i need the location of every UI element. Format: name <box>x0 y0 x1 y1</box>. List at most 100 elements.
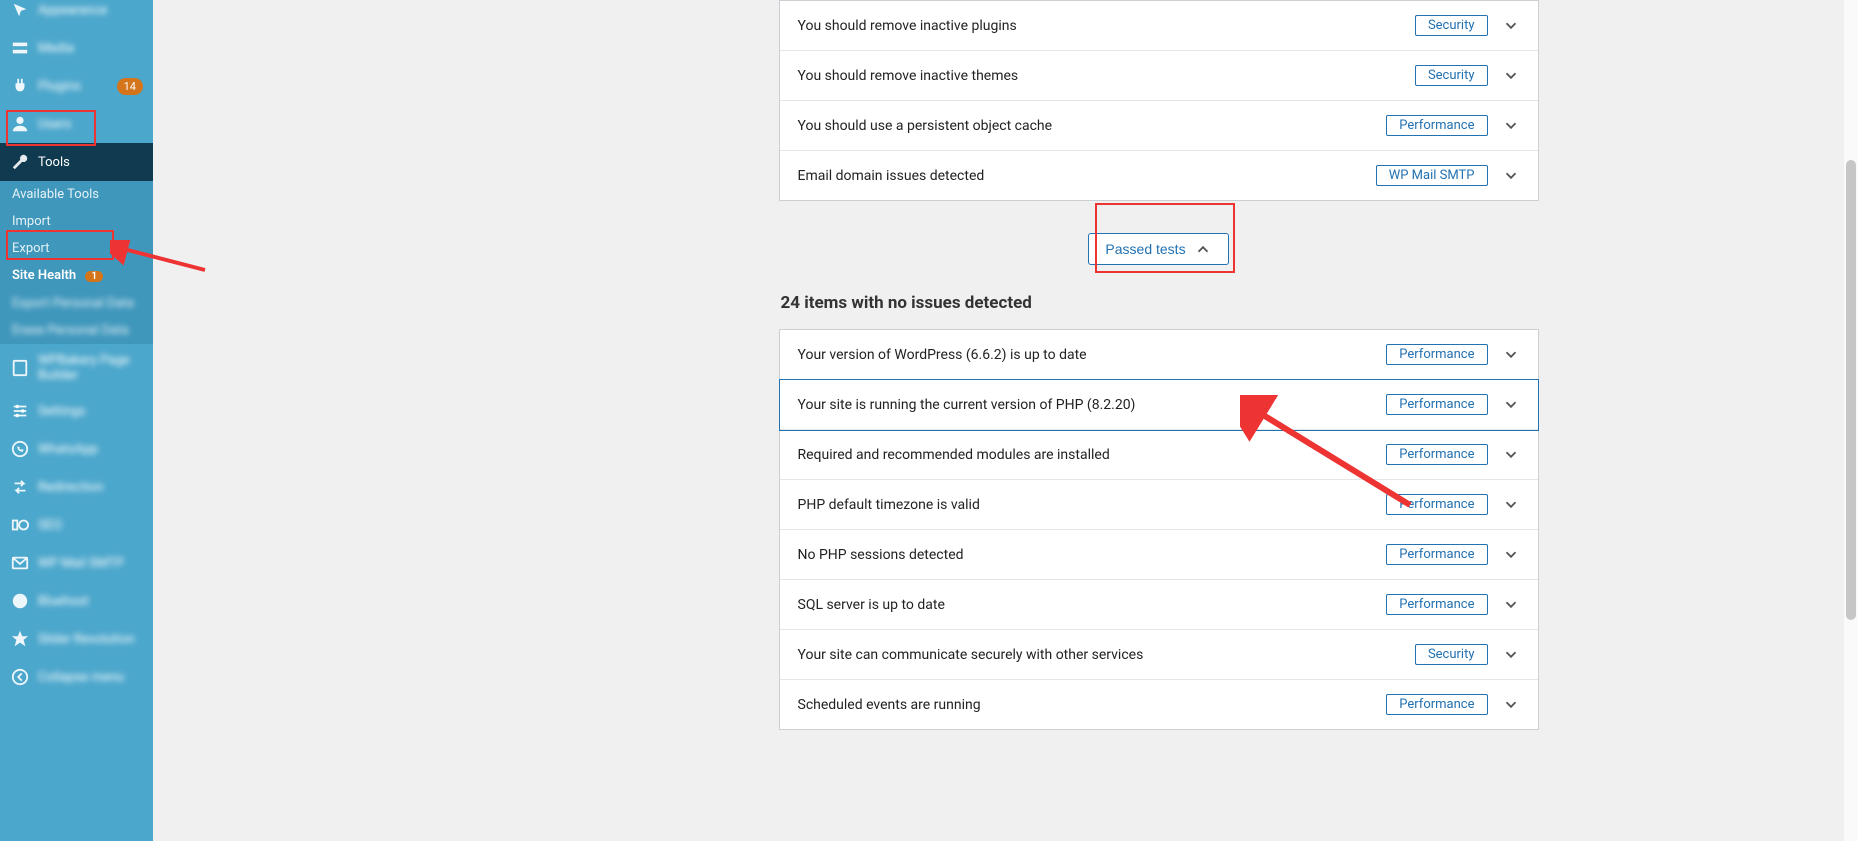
recommended-improvements-panel: You should remove inactive plugins Securi… <box>779 0 1539 201</box>
sidebar-item-generic[interactable]: WhatsApp <box>0 430 153 468</box>
chevron-down-icon <box>1502 167 1520 185</box>
sidebar-item-label: Tools <box>38 155 143 170</box>
category-badge: WP Mail SMTP <box>1376 165 1488 186</box>
chevron-down-icon <box>1502 346 1520 364</box>
admin-sidebar: Appearance Media Plugins 14 Users Tools … <box>0 0 153 841</box>
health-check-title: Required and recommended modules are ins… <box>798 447 1110 463</box>
sub-erase-pd[interactable]: Erase Personal Data <box>0 317 153 344</box>
passed-tests-panel: Your version of WordPress (6.6.2) is up … <box>779 329 1539 730</box>
collapse-icon <box>10 667 30 687</box>
health-check-row[interactable]: Your site can communicate securely with … <box>780 630 1538 680</box>
plug-icon <box>10 76 30 96</box>
sidebar-item-label: Appearance <box>38 3 143 18</box>
user-icon <box>10 114 30 134</box>
passed-tests-toggle[interactable]: Passed tests <box>1088 233 1228 265</box>
site-health-count-badge: 1 <box>85 271 103 282</box>
category-badge: Security <box>1415 644 1488 665</box>
sidebar-upper: Appearance Media Plugins 14 Users <box>0 0 153 143</box>
health-check-title: Email domain issues detected <box>798 168 985 184</box>
chevron-down-icon <box>1502 117 1520 135</box>
health-check-title: Your version of WordPress (6.6.2) is up … <box>798 347 1087 363</box>
passed-section-heading: 24 items with no issues detected <box>781 293 1539 313</box>
sidebar-item-settings[interactable]: Settings <box>0 392 153 430</box>
brand-icon <box>10 591 30 611</box>
tools-submenu: Available Tools Import Export Site Healt… <box>0 181 153 344</box>
chevron-down-icon <box>1502 396 1520 414</box>
scrollbar-thumb[interactable] <box>1846 160 1856 620</box>
health-check-title: PHP default timezone is valid <box>798 497 980 513</box>
appearance-icon <box>10 0 30 20</box>
whatsapp-icon <box>10 439 30 459</box>
sidebar-item-tools[interactable]: Tools <box>0 143 153 181</box>
health-check-row[interactable]: You should remove inactive plugins Securi… <box>780 1 1538 51</box>
plugins-count-badge: 14 <box>117 78 143 95</box>
sidebar-item-users[interactable]: Users <box>0 105 153 143</box>
health-check-title: You should use a persistent object cache <box>798 118 1053 134</box>
sub-export[interactable]: Export <box>0 235 153 262</box>
category-badge: Performance <box>1386 394 1487 415</box>
sidebar-item-label: Users <box>38 117 143 132</box>
category-badge: Performance <box>1386 594 1487 615</box>
chevron-down-icon <box>1502 17 1520 35</box>
health-check-title: Your site can communicate securely with … <box>798 647 1144 663</box>
category-badge: Performance <box>1386 344 1487 365</box>
sidebar-item-generic[interactable]: SEO <box>0 506 153 544</box>
mail-icon <box>10 553 30 573</box>
sub-export-pd[interactable]: Export Personal Data <box>0 290 153 317</box>
health-check-title: No PHP sessions detected <box>798 547 964 563</box>
sub-available-tools[interactable]: Available Tools <box>0 181 153 208</box>
sidebar-item-wpmailsmtp[interactable]: WP Mail SMTP <box>0 544 153 582</box>
health-check-title: Scheduled events are running <box>798 697 981 713</box>
category-badge: Performance <box>1386 544 1487 565</box>
health-check-row[interactable]: PHP default timezone is valid Performance <box>780 480 1538 530</box>
health-check-title: SQL server is up to date <box>798 597 945 613</box>
chevron-down-icon <box>1502 67 1520 85</box>
health-check-row[interactable]: Email domain issues detected WP Mail SMTP <box>780 151 1538 200</box>
category-badge: Security <box>1415 65 1488 86</box>
chevron-down-icon <box>1502 596 1520 614</box>
category-badge: Security <box>1415 15 1488 36</box>
sidebar-item-generic[interactable]: Media <box>0 29 153 67</box>
redirect-icon <box>10 477 30 497</box>
sidebar-item-generic[interactable]: Bluehost <box>0 582 153 620</box>
chevron-down-icon <box>1502 546 1520 564</box>
seo-icon <box>10 515 30 535</box>
star-icon <box>10 629 30 649</box>
category-badge: Performance <box>1386 494 1487 515</box>
category-badge: Performance <box>1386 694 1487 715</box>
chevron-down-icon <box>1502 646 1520 664</box>
health-check-title: Your site is running the current version… <box>798 397 1136 413</box>
passed-tests-label: Passed tests <box>1105 241 1185 257</box>
category-badge: Performance <box>1386 115 1487 136</box>
sidebar-item-generic[interactable]: Slider Revolution <box>0 620 153 658</box>
chevron-down-icon <box>1502 496 1520 514</box>
health-check-row[interactable]: You should use a persistent object cache… <box>780 101 1538 151</box>
sidebar-item-collapse[interactable]: Collapse menu <box>0 658 153 696</box>
sidebar-item-label: Media <box>38 41 143 56</box>
sub-import[interactable]: Import <box>0 208 153 235</box>
sidebar-item-generic[interactable]: Appearance <box>0 0 153 29</box>
health-check-title: You should remove inactive themes <box>798 68 1019 84</box>
sub-site-health[interactable]: Site Health 1 <box>0 262 153 290</box>
site-health-content: You should remove inactive plugins Securi… <box>779 0 1539 801</box>
chevron-up-icon <box>1194 240 1212 258</box>
sidebar-item-generic[interactable]: Redirection <box>0 468 153 506</box>
health-check-title: You should remove inactive plugins <box>798 18 1017 34</box>
page-icon <box>10 358 30 378</box>
chevron-down-icon <box>1502 446 1520 464</box>
sidebar-item-plugins[interactable]: Plugins 14 <box>0 67 153 105</box>
page-scrollbar[interactable] <box>1844 0 1858 841</box>
health-check-row[interactable]: Scheduled events are running Performance <box>780 680 1538 729</box>
health-check-row[interactable]: No PHP sessions detected Performance <box>780 530 1538 580</box>
category-badge: Performance <box>1386 444 1487 465</box>
main-scroll-area[interactable]: You should remove inactive plugins Securi… <box>153 0 1844 841</box>
sidebar-item-label: Plugins <box>38 79 109 94</box>
health-check-row[interactable]: You should remove inactive themes Securit… <box>780 51 1538 101</box>
health-check-row[interactable]: Your version of WordPress (6.6.2) is up … <box>780 330 1538 380</box>
health-check-row[interactable]: Required and recommended modules are ins… <box>780 430 1538 480</box>
wrench-icon <box>10 152 30 172</box>
sidebar-item-generic[interactable]: WPBakery Page Builder <box>0 344 153 392</box>
sliders-icon <box>10 401 30 421</box>
health-check-row[interactable]: SQL server is up to date Performance <box>780 580 1538 630</box>
health-check-row[interactable]: Your site is running the current version… <box>780 380 1538 430</box>
